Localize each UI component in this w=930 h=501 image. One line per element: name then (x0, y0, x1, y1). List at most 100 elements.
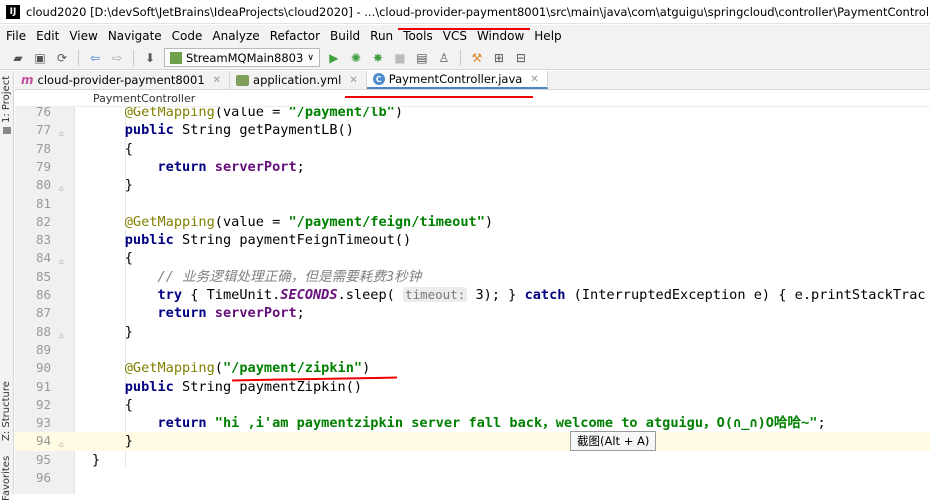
open-folder-icon[interactable]: ▰ (10, 50, 26, 66)
line-number: 90 (35, 360, 51, 376)
line-number: 83 (35, 232, 51, 248)
line-number: 77 (35, 122, 51, 138)
menu-window[interactable]: Window (477, 29, 524, 43)
menu-refactor[interactable]: Refactor (270, 29, 320, 43)
menu-tools[interactable]: Tools (403, 29, 433, 43)
menu-analyze[interactable]: Analyze (212, 29, 259, 43)
menu-help[interactable]: Help (534, 29, 561, 43)
menu-code[interactable]: Code (172, 29, 203, 43)
tab-payment-controller[interactable]: C PaymentController.java ✕ (366, 71, 548, 89)
annotation-underline (398, 28, 530, 30)
line-number: 96 (35, 470, 51, 485)
code-text: } (92, 451, 101, 468)
sdk-icon[interactable]: ⊟ (513, 50, 529, 66)
code-line[interactable]: 83 public String paymentFeignTimeout() (15, 231, 930, 249)
run-configuration-label: StreamMQMain8803 (186, 50, 304, 65)
code-line[interactable]: 92 { (15, 396, 930, 414)
tab-label: application.yml (253, 73, 342, 87)
line-number: 88 (35, 323, 51, 339)
code-text: return serverPort; (157, 305, 305, 322)
line-number: 87 (35, 305, 51, 321)
code-line[interactable]: 82 @GetMapping(value = "/payment/feign/t… (15, 213, 930, 231)
build-icon[interactable]: ⬇ (142, 50, 158, 66)
debug-icon[interactable]: ✺ (348, 50, 364, 66)
fold-marker-icon[interactable]: ⌂ (59, 327, 68, 340)
code-text: { (92, 396, 133, 413)
line-number: 94 (35, 433, 51, 449)
tab-application-yml[interactable]: application.yml ✕ (230, 71, 367, 89)
menu-vcs[interactable]: VCS (443, 29, 467, 43)
code-text: } (92, 323, 133, 340)
code-line[interactable]: 85 // 业务逻辑处理正确，但是需要耗费3秒钟 (15, 268, 930, 286)
screenshot-tooltip: 截图(Alt + A) (570, 431, 657, 451)
code-line[interactable]: 77 ⌂ public String getPaymentLB() (15, 121, 930, 139)
toolbar: ▰ ▣ ⟳ ⇦ ⇨ ⬇ StreamMQMain8803 ∨ ▶ ✺ ✸ ■ ▤… (0, 46, 930, 70)
close-icon[interactable]: ✕ (349, 75, 357, 86)
menu-file[interactable]: File (6, 29, 26, 43)
code-line[interactable]: 76 @GetMapping(value = "/payment/lb") (15, 107, 930, 121)
structure-tool-button[interactable]: Z: Structure (1, 381, 12, 441)
menu-run[interactable]: Run (370, 29, 393, 43)
code-text: try { TimeUnit.SECONDS.sleep( timeout: 3… (157, 287, 926, 303)
window-title: cloud2020 [D:\devSoft\JetBrains\IdeaProj… (26, 4, 930, 19)
close-icon[interactable]: ✕ (213, 75, 221, 86)
fold-marker-icon[interactable]: ⌂ (59, 253, 68, 266)
menu-view[interactable]: View (69, 29, 97, 43)
project-structure-icon[interactable]: ⚒ (469, 50, 485, 66)
close-icon[interactable]: ✕ (530, 74, 538, 85)
code-line[interactable]: 84 ⌂ { (15, 249, 930, 267)
code-line[interactable]: 78 { (15, 140, 930, 158)
code-text: // 业务逻辑处理正确，但是需要耗费3秒钟 (157, 268, 422, 285)
save-icon[interactable]: ▣ (32, 50, 48, 66)
line-number: 95 (35, 451, 51, 467)
forward-arrow-icon[interactable]: ⇨ (109, 50, 125, 66)
code-line[interactable]: 94 ⌂ } (15, 432, 930, 451)
code-line[interactable]: 86 try { TimeUnit.SECONDS.sleep( timeout… (15, 286, 930, 304)
fold-marker-icon[interactable]: ⌂ (59, 125, 68, 138)
attach-icon[interactable]: ▤ (414, 50, 430, 66)
code-line[interactable]: 95} (15, 451, 930, 469)
code-text: return "hi ,i'am paymentzipkin server fa… (157, 415, 826, 432)
project-tool-button[interactable]: 1: Project (1, 76, 12, 123)
code-line[interactable]: 88 ⌂ } (15, 323, 930, 341)
code-text: @GetMapping("/payment/zipkin") (124, 360, 371, 377)
run-configuration-select[interactable]: StreamMQMain8803 ∨ (164, 48, 320, 67)
left-tool-window-bar: 1: Project Z: Structure Favorites (0, 71, 14, 501)
code-line[interactable]: 87 return serverPort; (15, 304, 930, 322)
sync-icon[interactable]: ⟳ (54, 50, 70, 66)
code-line[interactable]: 80 ⌂ } (15, 176, 930, 194)
code-line[interactable]: 93 return "hi ,i'am paymentzipkin server… (15, 414, 930, 432)
profiler-icon[interactable]: ♙ (436, 50, 452, 66)
breadcrumb[interactable]: PaymentController (15, 91, 930, 107)
line-number: 92 (35, 396, 51, 412)
coverage-icon[interactable]: ✸ (370, 50, 386, 66)
run-icon[interactable]: ▶ (326, 50, 342, 66)
back-arrow-icon[interactable]: ⇦ (87, 50, 103, 66)
favorites-tool-button[interactable]: Favorites (1, 456, 12, 501)
code-line[interactable]: 89 (15, 341, 930, 359)
code-line[interactable]: 79 return serverPort; (15, 158, 930, 176)
menu-edit[interactable]: Edit (36, 29, 59, 43)
settings-icon[interactable]: ⊞ (491, 50, 507, 66)
code-text: } (92, 433, 133, 450)
editor-tabs: m cloud-provider-payment8001 ✕ applicati… (15, 71, 930, 90)
code-text: @GetMapping(value = "/payment/feign/time… (124, 213, 494, 230)
code-text: { (92, 140, 133, 157)
fold-marker-icon[interactable]: ⌂ (59, 180, 68, 193)
code-text: public String getPaymentLB() (124, 122, 354, 139)
tab-cloud-provider-payment8001[interactable]: m cloud-provider-payment8001 ✕ (15, 71, 231, 89)
menu-navigate[interactable]: Navigate (108, 29, 162, 43)
code-line[interactable]: 81 (15, 195, 930, 213)
menu-build[interactable]: Build (330, 29, 360, 43)
code-line[interactable]: 91 public String paymentZipkin() (15, 378, 930, 396)
fold-marker-icon[interactable]: ⌂ (59, 436, 68, 449)
code-line[interactable]: 96 (15, 469, 930, 487)
code-editor[interactable]: 76 @GetMapping(value = "/payment/lb") 77 ⌂… (15, 107, 930, 494)
code-line[interactable]: 90 @GetMapping("/payment/zipkin") (15, 359, 930, 377)
tab-label: PaymentController.java (388, 72, 523, 86)
code-text: return serverPort; (157, 158, 305, 175)
stop-icon[interactable]: ■ (392, 50, 408, 66)
line-number: 93 (35, 415, 51, 431)
line-number: 79 (35, 158, 51, 174)
intellij-app-icon: IJ (6, 4, 20, 19)
